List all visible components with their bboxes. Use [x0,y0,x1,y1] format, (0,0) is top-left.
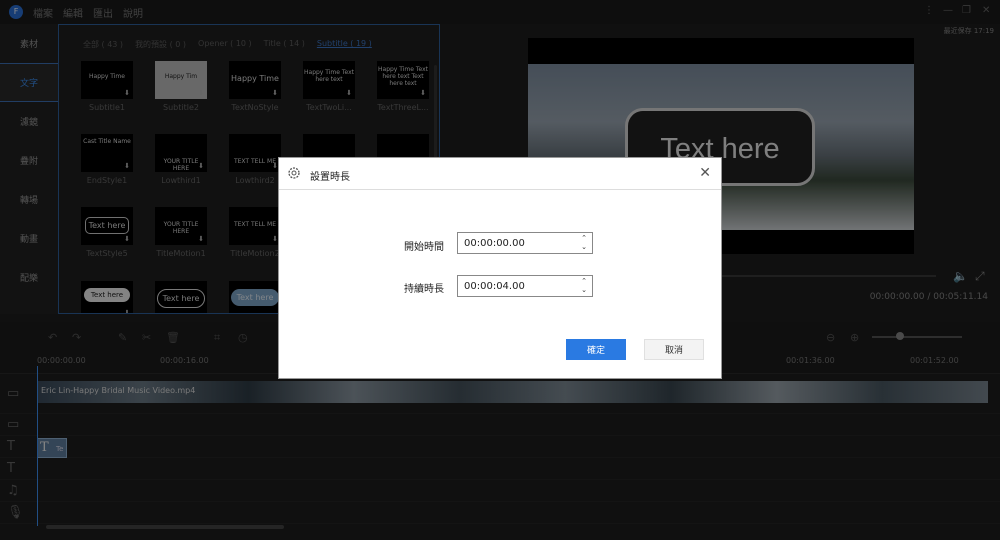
start-time-label: 開始時間 [404,242,444,253]
cancel-button[interactable]: 取消 [644,339,704,360]
duration-label: 持續時長 [404,284,444,295]
decrement-icon[interactable]: ⌄ [578,286,590,295]
ok-button[interactable]: 確定 [566,339,626,360]
duration-field[interactable]: 00:00:04.00 ⌃ ⌄ [457,275,593,297]
dialog-title: 設置時長 [310,172,350,183]
duration-value: 00:00:04.00 [464,281,525,292]
set-duration-dialog: 設置時長 ✕ 開始時間 00:00:00.00 ⌃ ⌄ 持續時長 00:00:0… [278,157,722,379]
increment-icon[interactable]: ⌃ [578,277,590,286]
dialog-header: 設置時長 ✕ [279,158,721,190]
start-time-field[interactable]: 00:00:00.00 ⌃ ⌄ [457,232,593,254]
start-time-value: 00:00:00.00 [464,238,525,249]
app-window: F 檔案 編輯 匯出 說明 ⋮ — ❐ ✕ 素材 文字 濾鏡 疊附 轉場 動畫 … [0,0,1000,540]
close-icon[interactable]: ✕ [699,165,711,181]
decrement-icon[interactable]: ⌄ [578,243,590,252]
gear-icon [288,167,300,179]
increment-icon[interactable]: ⌃ [578,234,590,243]
